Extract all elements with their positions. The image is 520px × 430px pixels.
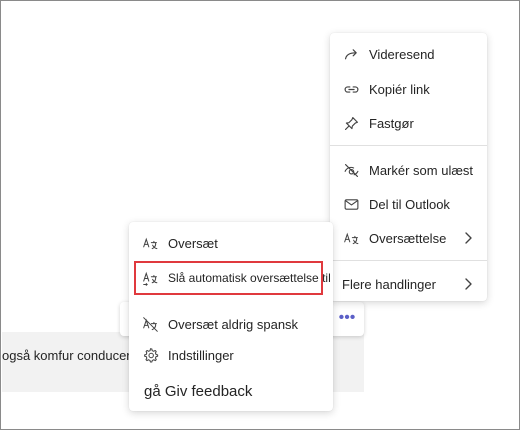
submenu-item-auto-translate[interactable]: Slå automatisk oversættelse til (129, 263, 331, 293)
gear-icon (141, 346, 159, 364)
menu-item-label: Kopiér link (369, 81, 430, 97)
menu-separator (330, 145, 487, 146)
menu-item-label: Fastgør (369, 115, 414, 131)
chevron-right-icon (465, 278, 472, 290)
chat-message-text: også komfur conducer (2, 348, 131, 363)
menu-item-label: Markér som ulæst (369, 162, 474, 178)
mail-icon (342, 195, 360, 213)
translate-off-icon (141, 315, 159, 333)
submenu-item-label: Oversæt aldrig spansk (168, 316, 299, 332)
menu-item-label: Flere handlinger (342, 276, 436, 292)
menu-item-label: Del til Outlook (369, 196, 450, 212)
submenu-item-label: Indstillinger (168, 347, 234, 363)
submenu-item-translate[interactable]: Oversæt (129, 228, 333, 258)
menu-item-pin[interactable]: Fastgør (330, 108, 487, 138)
submenu-item-label: Oversæt (168, 235, 218, 251)
menu-item-more-actions[interactable]: Flere handlinger (330, 269, 487, 299)
chevron-right-icon (465, 232, 472, 244)
menu-item-label: Videresend (369, 46, 435, 62)
message-context-menu: Videresend Kopiér link Fastgør Markér so… (330, 33, 487, 301)
more-options-icon[interactable]: ••• (337, 310, 357, 326)
submenu-item-label: gå Giv feedback (144, 382, 253, 400)
menu-item-mark-unread[interactable]: Markér som ulæst (330, 155, 487, 185)
submenu-item-label: Slå automatisk oversættelse til (168, 271, 331, 285)
link-icon (342, 80, 360, 98)
menu-item-label: Oversættelse (369, 230, 447, 246)
auto-translate-icon (141, 269, 159, 287)
menu-item-translation[interactable]: Oversættelse (330, 223, 487, 253)
unread-eye-icon (342, 161, 360, 179)
translation-submenu: Oversæt Slå automatisk oversættelse til … (129, 222, 333, 411)
forward-arrow-icon (342, 45, 360, 63)
pin-icon (342, 114, 360, 132)
menu-item-share-outlook[interactable]: Del til Outlook (330, 189, 487, 219)
submenu-item-feedback[interactable]: gå Giv feedback (129, 376, 333, 406)
menu-item-copy-link[interactable]: Kopiér link (330, 74, 487, 104)
translate-icon (342, 229, 360, 247)
submenu-item-settings[interactable]: Indstillinger (129, 340, 333, 370)
translate-icon (141, 234, 159, 252)
menu-separator (330, 260, 487, 261)
menu-item-forward[interactable]: Videresend (330, 39, 487, 69)
submenu-item-never-translate[interactable]: Oversæt aldrig spansk (129, 309, 333, 339)
